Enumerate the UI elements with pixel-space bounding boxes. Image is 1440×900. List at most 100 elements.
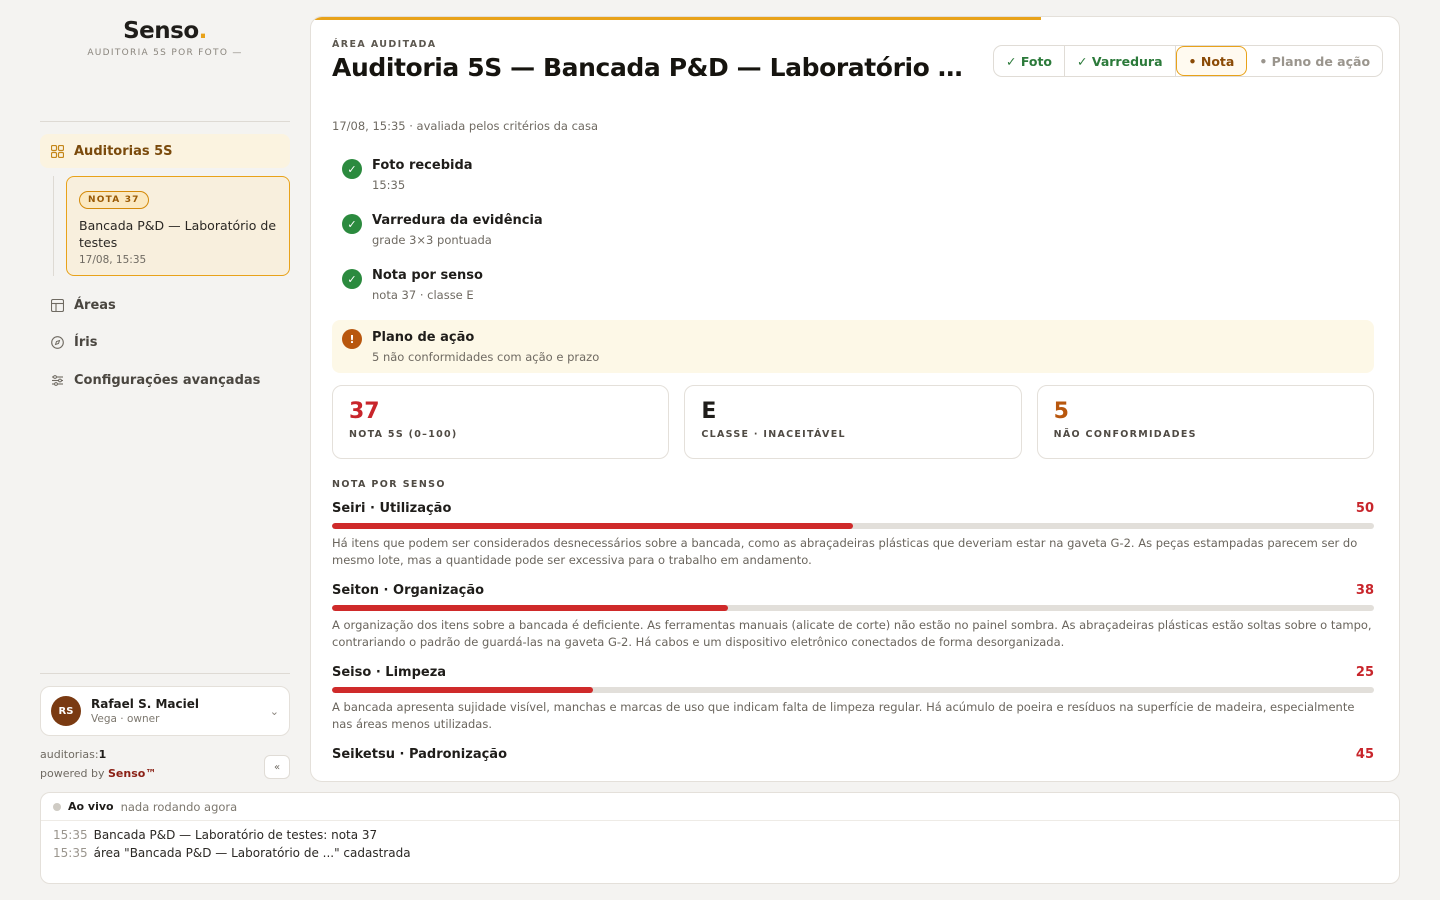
sidebar-item-auditorias[interactable]: Auditorias 5S [40, 134, 290, 168]
stat-value: 37 [349, 399, 380, 424]
layout-icon [50, 298, 64, 312]
brand-logo[interactable]: Senso. [40, 18, 290, 44]
timeline-item: ✓ Foto recebida 15:35 [332, 155, 1374, 210]
stat-value: E [701, 399, 717, 424]
sliders-icon [50, 373, 64, 387]
sense-name: Seiso · Limpeza [332, 665, 447, 680]
sidebar-item-label: Íris [74, 334, 98, 350]
sense-score: 25 [1355, 665, 1374, 680]
stat-label: NOTA 5S (0–100) [349, 429, 458, 440]
check-icon: ✓ [342, 269, 362, 289]
collapse-sidebar-button[interactable]: « [264, 755, 290, 779]
tab-foto[interactable]: ✓ Foto [994, 46, 1066, 76]
score-badge: NOTA 37 [79, 191, 149, 209]
audit-list-item[interactable]: NOTA 37 Bancada P&D — Laboratório de tes… [66, 176, 290, 276]
sidebar-item-areas[interactable]: Áreas [40, 288, 290, 322]
live-title: Ao vivo [68, 800, 114, 813]
user-name: Rafael S. Maciel [91, 697, 199, 711]
sidebar-divider [40, 121, 290, 122]
sidebar-item-label: Auditorias 5S [74, 143, 173, 159]
sense-description: A bancada apresenta sujidade visível, ma… [332, 700, 1355, 731]
sense-description: Há itens que podem ser considerados desn… [332, 536, 1358, 567]
avatar: RS [51, 696, 81, 726]
log-text: Bancada P&D — Laboratório de testes: not… [93, 828, 378, 842]
sidebar-item-label: Configurações avançadas [74, 372, 261, 388]
score-bar [332, 523, 1374, 529]
audit-item-title: Bancada P&D — Laboratório de testes [79, 218, 277, 250]
stat-card-classe: E CLASSE · INACEITÁVEL [684, 385, 1022, 459]
sense-name: Seiketsu · Padronização [332, 747, 508, 762]
sense-name: Seiton · Organização [332, 583, 485, 598]
tab-nota[interactable]: • Nota [1175, 46, 1248, 76]
status-dot-icon [53, 802, 61, 811]
timeline-sub: nota 37 · classe E [372, 288, 474, 302]
score-stats: 37 NOTA 5S (0–100) E CLASSE · INACEITÁVE… [332, 385, 1374, 459]
compass-icon [50, 335, 64, 349]
tab-varredura[interactable]: ✓ Varredura [1065, 46, 1176, 76]
stat-label: CLASSE · INACEITÁVEL [701, 429, 846, 440]
log-time: 15:35 [53, 846, 88, 860]
score-bar [332, 687, 1374, 693]
timeline-sub: grade 3×3 pontuada [372, 233, 492, 247]
live-activity-panel: Ao vivo nada rodando agora 15:35 Bancada … [40, 792, 1400, 884]
senses-heading: NOTA POR SENSO [332, 479, 446, 490]
sidebar-item-iris[interactable]: Íris [40, 325, 290, 359]
timeline-title: Foto recebida [372, 158, 473, 173]
log-text: área "Bancada P&D — Laboratório de ..." … [93, 846, 411, 860]
progress-timeline: ✓ Foto recebida 15:35 ✓ Varredura da evi… [332, 155, 1374, 373]
audits-count: auditorias:1 [40, 745, 156, 764]
sense-description: A organização dos itens sobre a bancada … [332, 618, 1372, 649]
timeline-item: ✓ Varredura da evidência grade 3×3 pontu… [332, 210, 1374, 265]
sidebar-item-label: Áreas [74, 297, 116, 313]
audits-count-value: 1 [98, 748, 107, 761]
brand-dot: . [198, 18, 208, 44]
step-tabs: ✓ Foto ✓ Varredura • Nota • Plano de açã… [993, 45, 1384, 77]
score-bar-fill [332, 687, 593, 693]
stat-value: 5 [1053, 399, 1069, 424]
sense-score: 45 [1355, 747, 1374, 762]
sidebar: Senso. AUDITORIA 5S POR FOTO — Auditoria… [40, 0, 290, 790]
sense-item: Seiso · Limpeza 25 A bancada apresenta su… [332, 665, 1374, 747]
score-bar-fill [332, 523, 853, 529]
user-role: Vega · owner [91, 713, 160, 725]
progress-bar [311, 17, 1041, 20]
audits-count-label: auditorias: [40, 748, 99, 761]
sense-item: Seiri · Utilização 50 Há itens que podem … [332, 501, 1374, 583]
sense-item: Seiton · Organização 38 A organização dos… [332, 583, 1374, 665]
tab-plano-de-acao[interactable]: • Plano de ação [1247, 46, 1382, 76]
sense-score: 38 [1355, 583, 1374, 598]
sense-item: Seiketsu · Padronização 45 [332, 747, 1374, 781]
check-icon: ✓ [342, 214, 362, 234]
audit-tree-line [53, 176, 54, 276]
log-time: 15:35 [53, 828, 88, 842]
sidebar-item-configuracoes[interactable]: Configurações avançadas [40, 363, 290, 397]
timeline-item-warning[interactable]: ! Plano de ação 5 não conformidades com … [332, 320, 1374, 373]
stat-label: NÃO CONFORMIDADES [1053, 429, 1197, 440]
sidebar-stats: auditorias:1 powered by Senso™ [40, 745, 156, 783]
timeline-title: Nota por senso [372, 268, 483, 283]
brand-tagline: AUDITORIA 5S POR FOTO — [87, 48, 243, 58]
user-menu[interactable]: RS Rafael S. Maciel Vega · owner ⌄ [40, 686, 290, 736]
brand: Senso. AUDITORIA 5S POR FOTO — [40, 0, 290, 58]
warning-icon: ! [342, 329, 362, 349]
timeline-sub: 5 não conformidades com ação e prazo [372, 350, 600, 364]
timeline-title: Plano de ação [372, 330, 475, 345]
score-bar-fill [332, 605, 728, 611]
audit-subline: 17/08, 15:35 · avaliada pelos critérios … [332, 119, 598, 133]
stat-card-nao-conformidades: 5 NÃO CONFORMIDADES [1036, 385, 1374, 459]
timeline-title: Varredura da evidência [372, 213, 543, 228]
audit-panel: ÁREA AUDITADA Auditoria 5S — Bancada P&D… [310, 16, 1400, 782]
sense-score: 50 [1355, 501, 1374, 516]
sense-name: Seiri · Utilização [332, 501, 452, 516]
timeline-item: ✓ Nota por senso nota 37 · classe E [332, 265, 1374, 320]
log-entry: 15:35 Bancada P&D — Laboratório de testes… [53, 826, 1387, 844]
score-bar [332, 605, 1374, 611]
powered-by-label: powered by [40, 767, 105, 780]
area-label: ÁREA AUDITADA [332, 39, 437, 50]
stat-card-nota: 37 NOTA 5S (0–100) [332, 385, 670, 459]
live-header: Ao vivo nada rodando agora [41, 793, 1399, 821]
log-entry: 15:35 área "Bancada P&D — Laboratório de … [53, 844, 1387, 862]
powered-by: powered by Senso™ [40, 764, 156, 783]
audit-item-date: 17/08, 15:35 [79, 254, 147, 266]
activity-log: 15:35 Bancada P&D — Laboratório de testes… [41, 821, 1399, 867]
